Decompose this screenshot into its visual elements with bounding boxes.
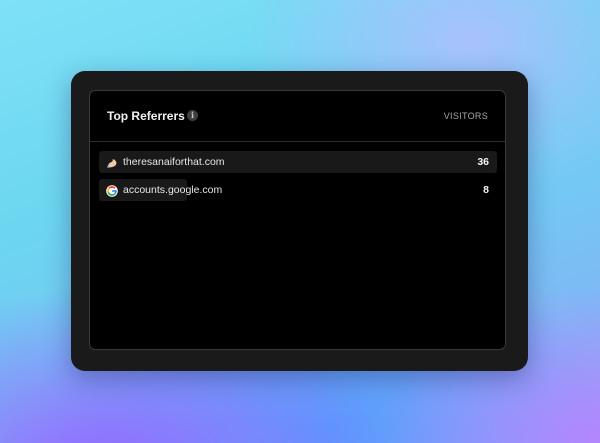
panel-header: Top Referrers i VISITORS: [90, 91, 505, 142]
referrer-domain: theresanaiforthat.com: [123, 156, 225, 168]
referrer-row[interactable]: theresanaiforthat.com 36: [99, 151, 497, 173]
panel-title: Top Referrers: [107, 109, 185, 123]
referrer-visitors: 8: [483, 184, 489, 196]
info-icon[interactable]: i: [187, 110, 198, 121]
referrer-domain: accounts.google.com: [123, 184, 223, 196]
referrer-row[interactable]: accounts.google.com 8: [99, 179, 497, 201]
visitors-column-header[interactable]: VISITORS: [444, 110, 488, 122]
top-referrers-card: Top Referrers i VISITORS theresanaiforth…: [71, 71, 528, 371]
top-referrers-panel: Top Referrers i VISITORS theresanaiforth…: [89, 90, 506, 350]
google-icon: [106, 184, 118, 197]
referrer-visitors: 36: [477, 156, 489, 168]
flexed-arm-icon: [106, 156, 118, 168]
